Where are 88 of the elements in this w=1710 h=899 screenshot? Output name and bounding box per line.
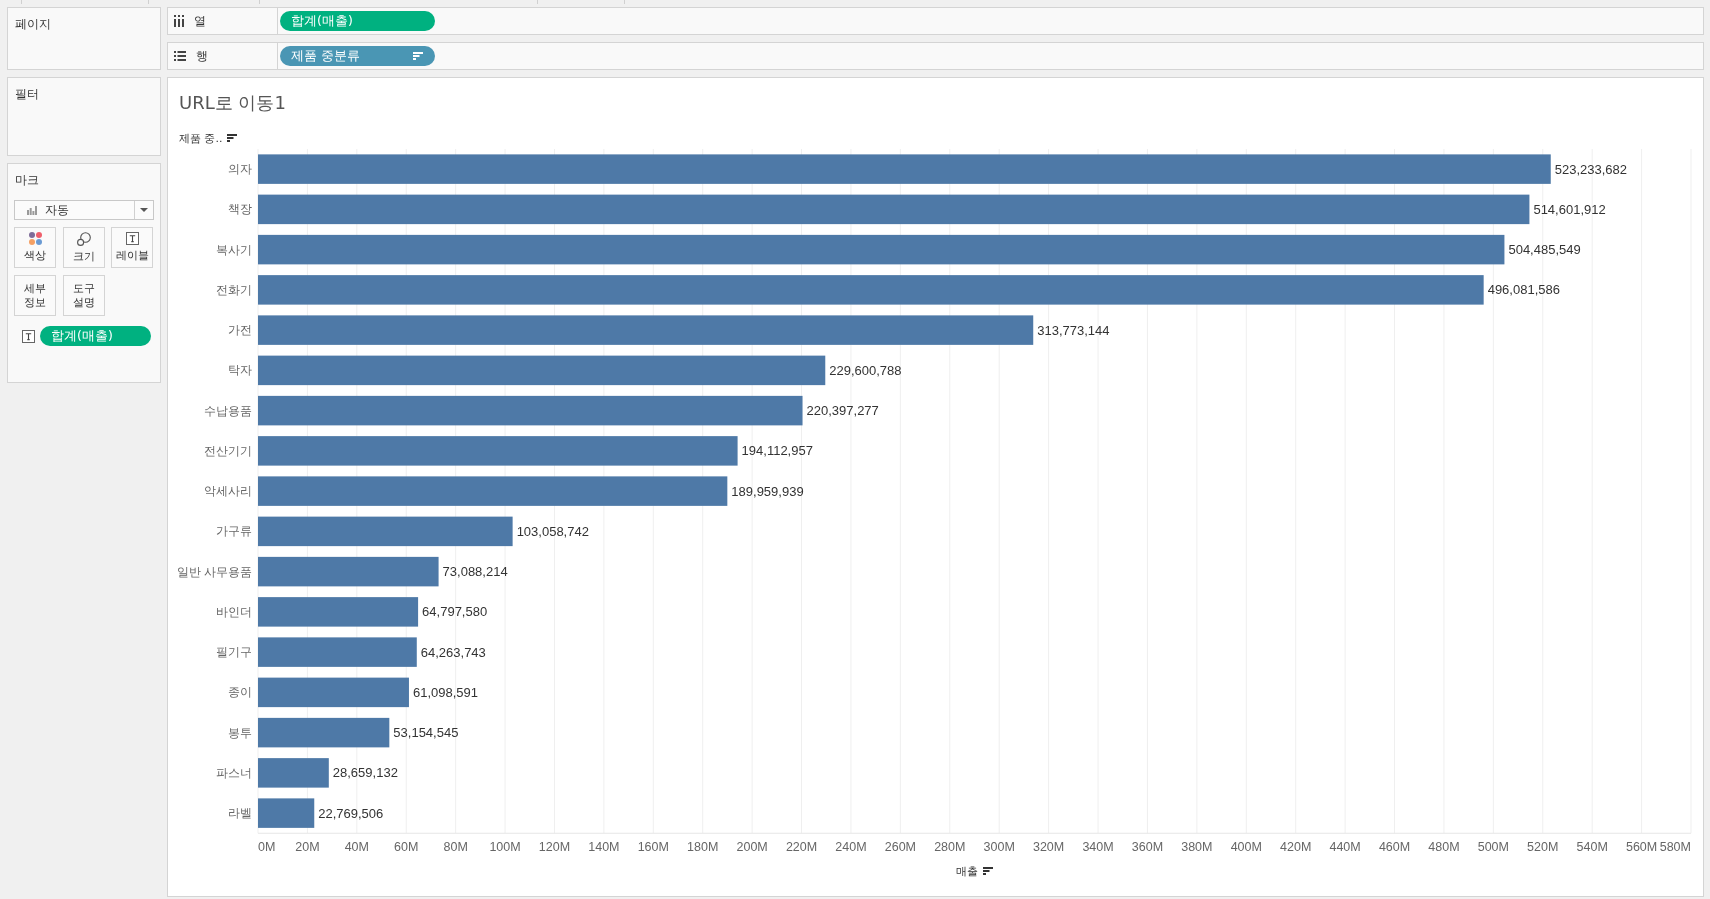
mark-type-dropdown[interactable]: 자동 [14, 200, 154, 220]
category-label: 일반 사무용품 [176, 565, 252, 578]
size-button[interactable]: 크기 [62, 227, 105, 268]
axis-tick-label: 0M [258, 840, 276, 855]
columns-icon [174, 15, 184, 27]
axis-tick-label: 520M [1527, 840, 1559, 855]
value-label: 313,773,144 [1037, 322, 1110, 338]
axis-tick-label: 540M [1576, 840, 1608, 855]
text-box-icon [125, 232, 139, 245]
axis-tick-label: 560M [1625, 840, 1658, 855]
axis-tick-label: 240M [835, 840, 867, 855]
axis-title: 매출 [956, 863, 978, 879]
axis-tick-label: 280M [934, 840, 966, 855]
value-label: 229,600,788 [829, 362, 902, 378]
category-label: 의자 [228, 163, 252, 176]
axis-tick-label: 160M [637, 840, 669, 855]
value-label: 61,098,591 [412, 684, 479, 700]
axis-tick-label: 40M [344, 840, 369, 855]
detail-button[interactable]: 세부 정보 [14, 275, 56, 316]
axis-tick-label: 20M [295, 840, 320, 855]
category-label: 가구류 [216, 525, 252, 538]
value-label: 53,154,545 [393, 725, 459, 741]
value-label: 220,397,277 [806, 403, 879, 419]
axis-tick-label: 180M [687, 840, 719, 855]
axis-tick-label: 460M [1378, 840, 1411, 855]
axis-tick-label: 500M [1477, 840, 1509, 855]
axis-tick-label: 440M [1329, 840, 1361, 855]
category-label: 라벨 [228, 807, 252, 820]
value-label: 523,233,682 [1554, 161, 1628, 177]
value-label: 22,769,506 [318, 805, 384, 821]
category-label: 파스너 [216, 766, 252, 779]
axis-tick-label: 260M [884, 840, 916, 855]
card-title: 필터 [15, 86, 39, 102]
circles-icon [76, 231, 91, 246]
bar [258, 758, 329, 788]
value-label: 514,601,912 [1533, 201, 1606, 217]
category-label: 봉투 [228, 726, 252, 739]
color-button[interactable]: 색상 [14, 227, 56, 268]
card-title: 페이지 [15, 16, 51, 32]
caret-icon [140, 208, 148, 212]
color-dots-icon [28, 232, 42, 245]
axis-tick-label: 320M [1033, 840, 1065, 855]
category-label: 탁자 [228, 364, 252, 377]
category-label: 필기구 [216, 646, 252, 659]
label-button[interactable]: 레이블 [111, 227, 153, 268]
category-label: 종이 [228, 686, 252, 699]
axis-tick-label: 100M [489, 840, 521, 855]
value-label: 504,485,549 [1508, 242, 1581, 258]
field-header: 제품 중.. [179, 130, 223, 146]
axis-tick-label: 120M [538, 840, 571, 855]
value-label: 194,112,957 [741, 443, 813, 459]
value-label: 64,263,743 [420, 644, 486, 660]
text-box-icon[interactable] [22, 329, 35, 343]
card-title: 마크 [15, 172, 39, 188]
axis-tick-label: 580M [1659, 840, 1691, 855]
axis-tick-label: 340M [1082, 840, 1114, 855]
axis-tick-label: 200M [736, 840, 768, 855]
axis-tick-label: 400M [1230, 840, 1262, 855]
axis-tick-label: 380M [1181, 840, 1213, 855]
value-label: 28,659,132 [332, 765, 398, 781]
value-label: 64,797,580 [422, 604, 488, 620]
bar-chart-icon [27, 205, 37, 215]
axis-tick-label: 480M [1428, 840, 1460, 855]
bar [258, 798, 315, 828]
value-label: 189,959,939 [731, 483, 804, 499]
shelf-label: 열 [194, 12, 206, 30]
axis-tick-label: 80M [443, 840, 468, 855]
category-label: 책장 [228, 203, 252, 216]
category-label: 수납용품 [204, 404, 252, 417]
shelf-label: 행 [196, 47, 208, 65]
axis-tick-label: 360M [1131, 840, 1164, 855]
category-label: 바인더 [216, 605, 252, 618]
category-label: 복사기 [216, 243, 252, 256]
category-label: 가전 [228, 324, 252, 337]
tooltip-button[interactable]: 도구 설명 [62, 275, 105, 316]
axis-tick-label: 220M [785, 840, 818, 855]
value-label: 73,088,214 [442, 564, 508, 580]
list-icon [174, 51, 186, 61]
category-label: 전화기 [216, 283, 252, 296]
axis-tick-label: 420M [1280, 840, 1312, 855]
view-title: URL로 이동1 [179, 92, 286, 114]
category-label: 전산기기 [204, 444, 252, 457]
axis-tick-label: 300M [983, 840, 1015, 855]
category-label: 악세사리 [204, 485, 252, 498]
axis-tick-label: 140M [588, 840, 620, 855]
value-label: 103,058,742 [516, 523, 589, 539]
axis-tick-label: 60M [394, 840, 419, 855]
value-label: 496,081,586 [1487, 282, 1560, 298]
